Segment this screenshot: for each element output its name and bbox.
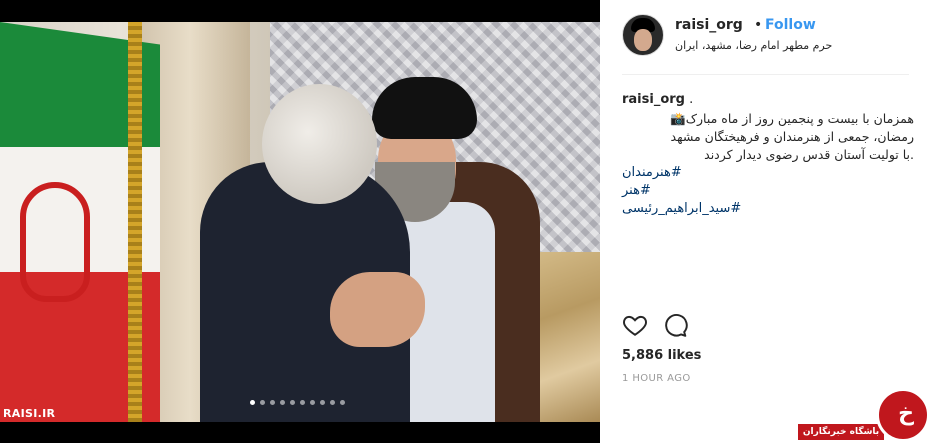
post-timestamp[interactable]: 1 HOUR AGO (622, 373, 691, 384)
carousel-dot[interactable] (270, 400, 275, 405)
carousel-dot[interactable] (260, 400, 265, 405)
hashtag-link[interactable]: #سید_ابراهیم_رئیسی (622, 200, 914, 218)
caption-suffix: . (684, 92, 694, 107)
carousel-dot[interactable] (250, 400, 255, 405)
turban (372, 77, 477, 139)
logo-glyph: خ (898, 401, 914, 426)
separator-dot: • (754, 17, 763, 33)
carousel-dot[interactable] (330, 400, 335, 405)
header-divider (622, 74, 909, 75)
post-photo[interactable]: RAISI.IR (0, 22, 600, 422)
post-side-panel: raisi_org • Follow حرم مطهر امام رضا، مش… (600, 0, 933, 443)
carousel-dot[interactable] (280, 400, 285, 405)
heart-icon[interactable] (622, 312, 648, 338)
avatar[interactable] (622, 14, 664, 56)
flag-emblem (20, 182, 90, 302)
post-header: raisi_org • Follow حرم مطهر امام رضا، مش… (622, 14, 914, 64)
follow-button[interactable]: Follow (765, 17, 816, 33)
username-link[interactable]: raisi_org (675, 17, 743, 33)
carousel-dot[interactable] (340, 400, 345, 405)
location-link[interactable]: حرم مطهر امام رضا، مشهد، ایران (675, 39, 855, 52)
news-agency-logo: باشگاه خبرنگاران خ (798, 388, 933, 443)
carousel-dot[interactable] (310, 400, 315, 405)
caption-username[interactable]: raisi_org (622, 92, 685, 107)
photo-watermark: RAISI.IR (3, 407, 56, 420)
white-hair (262, 84, 377, 204)
likes-count[interactable]: 5,886 likes (622, 348, 701, 363)
caption-text: همزمان با بیست و پنجمین روز از ماه مبارک… (670, 111, 914, 162)
hashtag-link[interactable]: #هنر (622, 182, 914, 200)
carousel-dot[interactable] (300, 400, 305, 405)
post-caption: raisi_org . همزمان با بیست و پنجمین روز … (622, 91, 914, 218)
carousel-dot[interactable] (320, 400, 325, 405)
flag-fringe (128, 22, 142, 422)
carousel-indicator (250, 400, 345, 405)
logo-text: باشگاه خبرنگاران (798, 424, 884, 440)
carousel-dot[interactable] (290, 400, 295, 405)
hand (330, 272, 425, 347)
hashtag-link[interactable]: #هنرمندان (622, 164, 914, 182)
logo-circle: خ (876, 388, 930, 442)
comment-icon[interactable] (662, 312, 688, 338)
